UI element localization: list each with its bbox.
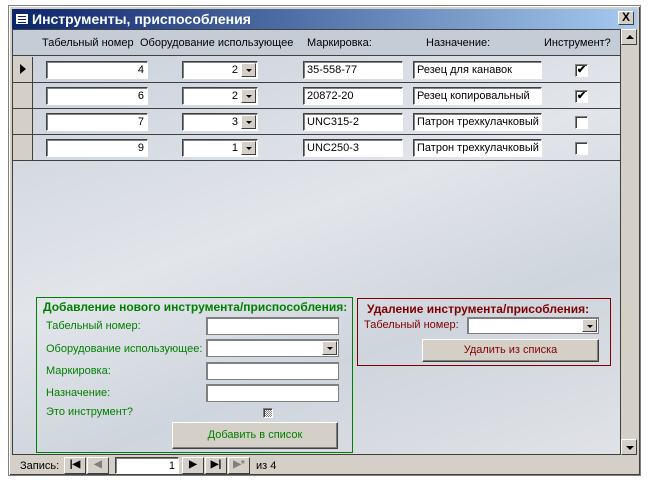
record-selector[interactable] — [13, 57, 33, 82]
record-navigator: Запись: |◀ ◀ 1 ▶ ▶| ▶* из 4 — [12, 455, 637, 474]
title-bar: Инструменты, приспособления X — [12, 9, 637, 29]
equipment-value: 1 — [231, 142, 238, 154]
delete-tool-group: Удаление инструмента/присобления: Табель… — [357, 298, 611, 366]
delete-tab-number-combo[interactable] — [467, 317, 599, 334]
chevron-down-icon[interactable] — [322, 341, 337, 355]
add-mark-label: Маркировка: — [46, 365, 111, 377]
scroll-thumb[interactable] — [621, 45, 637, 439]
col-equipment: Оборудование использующее — [140, 37, 294, 49]
is-tool-checkbox[interactable]: ✔ — [575, 64, 588, 77]
close-button[interactable]: X — [618, 11, 634, 25]
is-tool-checkbox[interactable] — [575, 116, 588, 129]
last-record-icon[interactable]: ▶| — [205, 457, 227, 474]
tab-number-field[interactable]: 4 — [46, 61, 148, 79]
marking-field[interactable]: UNC250-3 — [303, 139, 403, 157]
equipment-value: 2 — [231, 64, 238, 76]
equipment-value: 2 — [231, 90, 238, 102]
record-selector[interactable] — [13, 135, 33, 160]
table-row: 6 2 20872-20 Резец копировальный ✔ — [13, 83, 620, 109]
delete-from-list-button[interactable]: Удалить из списка — [422, 339, 599, 362]
equipment-combo[interactable]: 3 — [182, 113, 258, 131]
table-row: 9 1 UNC250-3 Патрон трехкулачковый — [13, 135, 620, 161]
is-tool-checkbox[interactable]: ✔ — [575, 90, 588, 103]
record-count: из 4 — [256, 460, 277, 472]
tab-number-field[interactable]: 9 — [46, 139, 148, 157]
form-body: Табельный номер Оборудование использующе… — [12, 29, 621, 455]
add-equipment-combo[interactable] — [206, 339, 339, 357]
chevron-down-icon[interactable] — [241, 89, 256, 103]
chevron-down-icon[interactable] — [241, 115, 256, 129]
scroll-up-icon[interactable] — [621, 29, 637, 45]
scroll-down-icon[interactable] — [621, 439, 637, 455]
add-equip-label: Оборудование использующее: — [46, 343, 203, 355]
is-tool-checkbox[interactable] — [575, 142, 588, 155]
col-tab-number: Табельный номер — [42, 37, 134, 49]
add-purpose-input[interactable] — [206, 384, 339, 402]
form-icon — [15, 13, 29, 25]
col-marking: Маркировка: — [307, 37, 372, 49]
vertical-scrollbar[interactable] — [621, 29, 637, 455]
add-marking-input[interactable] — [206, 362, 339, 380]
first-record-icon[interactable]: |◀ — [64, 457, 86, 474]
tab-number-field[interactable]: 7 — [46, 113, 148, 131]
record-selector[interactable] — [13, 83, 33, 108]
equipment-combo[interactable]: 2 — [182, 87, 258, 105]
add-purpose-label: Назначение: — [46, 387, 111, 399]
add-tool-label: Это инструмент? — [46, 406, 134, 418]
marking-field[interactable]: 20872-20 — [303, 87, 403, 105]
form-window: Инструменты, приспособления X Табельный … — [8, 5, 641, 476]
chevron-down-icon[interactable] — [582, 319, 597, 332]
marking-field[interactable]: 35-558-77 — [303, 61, 403, 79]
window-title: Инструменты, приспособления — [32, 11, 251, 27]
table-row: 7 3 UNC315-2 Патрон трехкулачковый — [13, 109, 620, 135]
chevron-down-icon[interactable] — [241, 141, 256, 155]
prev-record-icon[interactable]: ◀ — [87, 457, 109, 474]
new-record-icon[interactable]: ▶* — [228, 457, 250, 474]
table-row: 4 2 35-558-77 Резец для канавок ✔ — [13, 57, 620, 83]
add-tool-group: Добавление нового инструмента/приспособл… — [36, 297, 353, 453]
marking-field[interactable]: UNC315-2 — [303, 113, 403, 131]
purpose-field[interactable]: Патрон трехкулачковый — [413, 139, 542, 157]
col-purpose: Назначение: — [426, 37, 491, 49]
delete-tab-label: Табельный номер: — [364, 319, 459, 331]
record-number-input[interactable]: 1 — [115, 457, 179, 474]
add-group-title: Добавление нового инструмента/приспособл… — [43, 300, 348, 314]
add-tab-label: Табельный номер: — [46, 320, 141, 332]
equipment-combo[interactable]: 2 — [182, 61, 258, 79]
purpose-field[interactable]: Резец для канавок — [413, 61, 542, 79]
chevron-down-icon[interactable] — [241, 63, 256, 77]
delete-group-title: Удаление инструмента/присобления: — [367, 302, 590, 316]
col-is-tool: Инструмент? — [544, 37, 611, 49]
equipment-value: 3 — [231, 116, 238, 128]
add-is-tool-checkbox[interactable] — [263, 408, 273, 418]
purpose-field[interactable]: Патрон трехкулачковый — [413, 113, 542, 131]
record-label: Запись: — [20, 460, 60, 472]
column-header: Табельный номер Оборудование использующе… — [13, 30, 620, 56]
record-selector[interactable] — [13, 109, 33, 134]
equipment-combo[interactable]: 1 — [182, 139, 258, 157]
purpose-field[interactable]: Резец копировальный — [413, 87, 542, 105]
next-record-icon[interactable]: ▶ — [182, 457, 204, 474]
add-tab-number-input[interactable] — [206, 317, 339, 335]
add-to-list-button[interactable]: Добавить в список — [172, 422, 338, 449]
tab-number-field[interactable]: 6 — [46, 87, 148, 105]
